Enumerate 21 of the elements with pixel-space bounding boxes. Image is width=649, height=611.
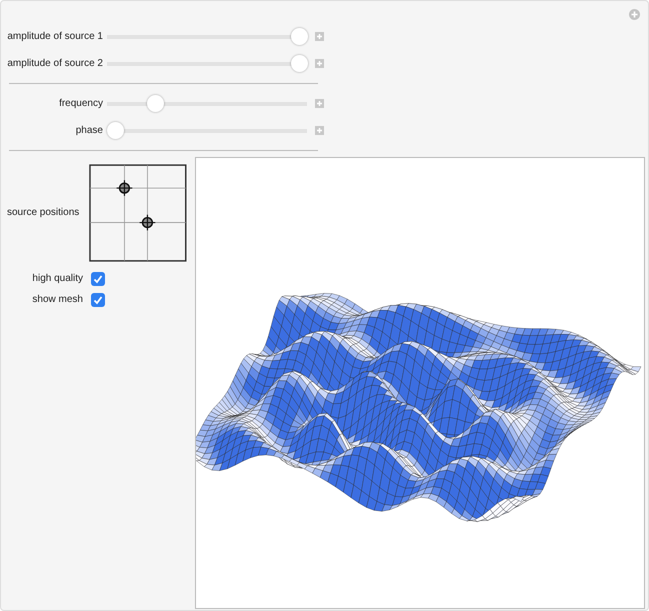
checkbox[interactable] (91, 272, 105, 286)
slider-thumb[interactable] (107, 122, 124, 139)
expand-icon[interactable] (315, 59, 324, 68)
slider-label: frequency (58, 97, 103, 111)
checkbox-label: high quality (31, 272, 83, 286)
locator-point[interactable] (139, 214, 156, 230)
slider-thumb[interactable] (291, 28, 308, 45)
expand-icon[interactable] (315, 126, 324, 135)
locator-point[interactable] (116, 179, 134, 196)
control-label: source positions (7, 206, 80, 220)
slider-label: amplitude of source 1 (7, 30, 103, 44)
plus-circle-icon[interactable] (629, 9, 640, 20)
expand-icon[interactable] (315, 32, 324, 41)
checkbox[interactable] (91, 292, 105, 306)
expand-icon[interactable] (315, 99, 324, 108)
slider-thumb[interactable] (291, 55, 308, 72)
checkbox-label: show mesh (31, 293, 83, 307)
locator-pad[interactable] (89, 162, 187, 262)
slider-label: amplitude of source 2 (7, 57, 103, 71)
slider-label: phase (74, 124, 103, 138)
slider-thumb[interactable] (147, 95, 164, 112)
